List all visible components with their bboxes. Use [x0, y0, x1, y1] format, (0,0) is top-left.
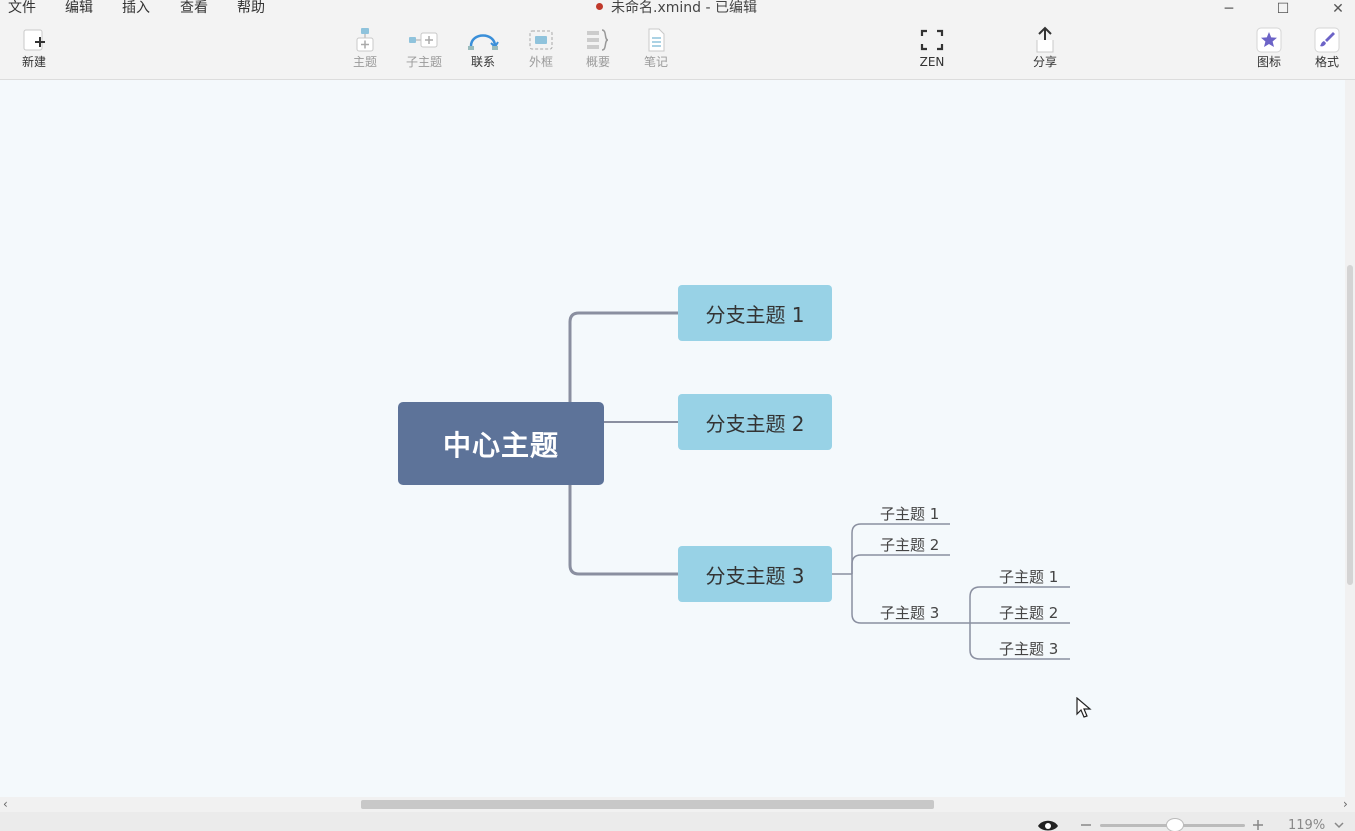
connector-central-branch1: [568, 311, 678, 403]
maximize-button[interactable]: ☐: [1268, 0, 1298, 17]
zen-mode-button[interactable]: ZEN: [907, 26, 957, 70]
subtopic-1[interactable]: 子主题 1: [880, 503, 939, 524]
topic-icon: [340, 26, 390, 54]
close-button[interactable]: ✕: [1323, 0, 1353, 17]
connector-central-branch3: [568, 485, 678, 576]
relationship-label: 联系: [470, 55, 495, 69]
scroll-left-arrow-icon[interactable]: ‹: [3, 797, 8, 812]
icon-panel-button[interactable]: 图标: [1244, 26, 1294, 70]
paintbrush-icon: [1302, 26, 1352, 54]
boundary-icon: [516, 26, 566, 54]
share-icon: [1020, 26, 1070, 54]
chevron-down-icon[interactable]: [1334, 822, 1344, 829]
document-title-text: 未命名.xmind - 已编辑: [611, 0, 757, 16]
zoom-out-icon[interactable]: [1080, 822, 1092, 828]
relationship-icon: [458, 26, 508, 54]
subtopic-3-child-3[interactable]: 子主题 3: [999, 638, 1058, 659]
vertical-scroll-thumb[interactable]: [1347, 265, 1353, 585]
subtopic-label: 子主题: [405, 55, 442, 69]
subtopic-button[interactable]: 子主题: [399, 26, 449, 70]
zoom-level[interactable]: 119%: [1288, 818, 1325, 831]
new-file-icon: [9, 26, 59, 54]
branch-topic-3[interactable]: 分支主题 3: [678, 546, 832, 602]
central-topic[interactable]: 中心主题: [398, 402, 604, 485]
menu-edit[interactable]: 编辑: [65, 0, 93, 17]
summary-button[interactable]: 概要: [573, 26, 623, 70]
boundary-button[interactable]: 外框: [516, 26, 566, 70]
zen-label: ZEN: [919, 55, 945, 69]
branch-topic-1[interactable]: 分支主题 1: [678, 285, 832, 341]
notes-icon: [631, 26, 681, 54]
subtopic-3-child-1[interactable]: 子主题 1: [999, 566, 1058, 587]
subtopic-3-child-2[interactable]: 子主题 2: [999, 602, 1058, 623]
toolbar: 新建 主题 子主题 联系 外框 概要 笔记 ZEN 分享 图标 格式: [0, 20, 1355, 80]
branch-topic-2[interactable]: 分支主题 2: [678, 394, 832, 450]
menu-bar: 文件 编辑 插入 查看 帮助 未命名.xmind - 已编辑 ─ ☐ ✕: [0, 0, 1355, 20]
notes-label: 笔记: [643, 55, 668, 69]
status-bar: 119%: [0, 812, 1355, 831]
new-button[interactable]: 新建: [9, 26, 59, 70]
menu-file[interactable]: 文件: [8, 0, 36, 17]
star-icon: [1244, 26, 1294, 54]
scroll-right-arrow-icon[interactable]: ›: [1343, 797, 1348, 812]
unsaved-indicator: [596, 3, 603, 10]
vertical-scrollbar[interactable]: [1345, 80, 1355, 797]
eye-icon[interactable]: [1037, 818, 1059, 831]
mindmap-canvas[interactable]: 中心主题 分支主题 1 分支主题 2 分支主题 3 子主题 1 子主题 2 子主…: [0, 80, 1345, 797]
format-panel-label: 格式: [1314, 55, 1339, 69]
topic-button[interactable]: 主题: [340, 26, 390, 70]
mouse-cursor-icon: [1076, 697, 1092, 718]
format-panel-button[interactable]: 格式: [1302, 26, 1352, 70]
menu-view[interactable]: 查看: [180, 0, 208, 17]
subtopic-3[interactable]: 子主题 3: [880, 602, 939, 623]
subtopic-icon: [399, 26, 449, 54]
minimize-button[interactable]: ─: [1214, 0, 1244, 17]
connector-sub2: [851, 554, 950, 574]
menu-help[interactable]: 帮助: [237, 0, 265, 17]
horizontal-scrollbar[interactable]: ‹ ›: [0, 797, 1355, 812]
document-title: 未命名.xmind - 已编辑: [596, 0, 757, 17]
subtopic-2[interactable]: 子主题 2: [880, 534, 939, 555]
notes-button[interactable]: 笔记: [631, 26, 681, 70]
zoom-in-icon[interactable]: [1252, 820, 1264, 830]
boundary-label: 外框: [528, 55, 553, 69]
share-label: 分享: [1032, 55, 1057, 69]
summary-icon: [573, 26, 623, 54]
fullscreen-icon: [907, 26, 957, 54]
topic-label: 主题: [352, 55, 377, 69]
icon-panel-label: 图标: [1256, 55, 1281, 69]
new-label: 新建: [21, 55, 46, 69]
zoom-slider-handle[interactable]: [1166, 818, 1184, 831]
menu-insert[interactable]: 插入: [122, 0, 150, 17]
share-button[interactable]: 分享: [1020, 26, 1070, 70]
relationship-button[interactable]: 联系: [458, 26, 508, 70]
connector-lines: [568, 311, 1070, 660]
summary-label: 概要: [585, 55, 610, 69]
horizontal-scroll-thumb[interactable]: [361, 800, 934, 809]
